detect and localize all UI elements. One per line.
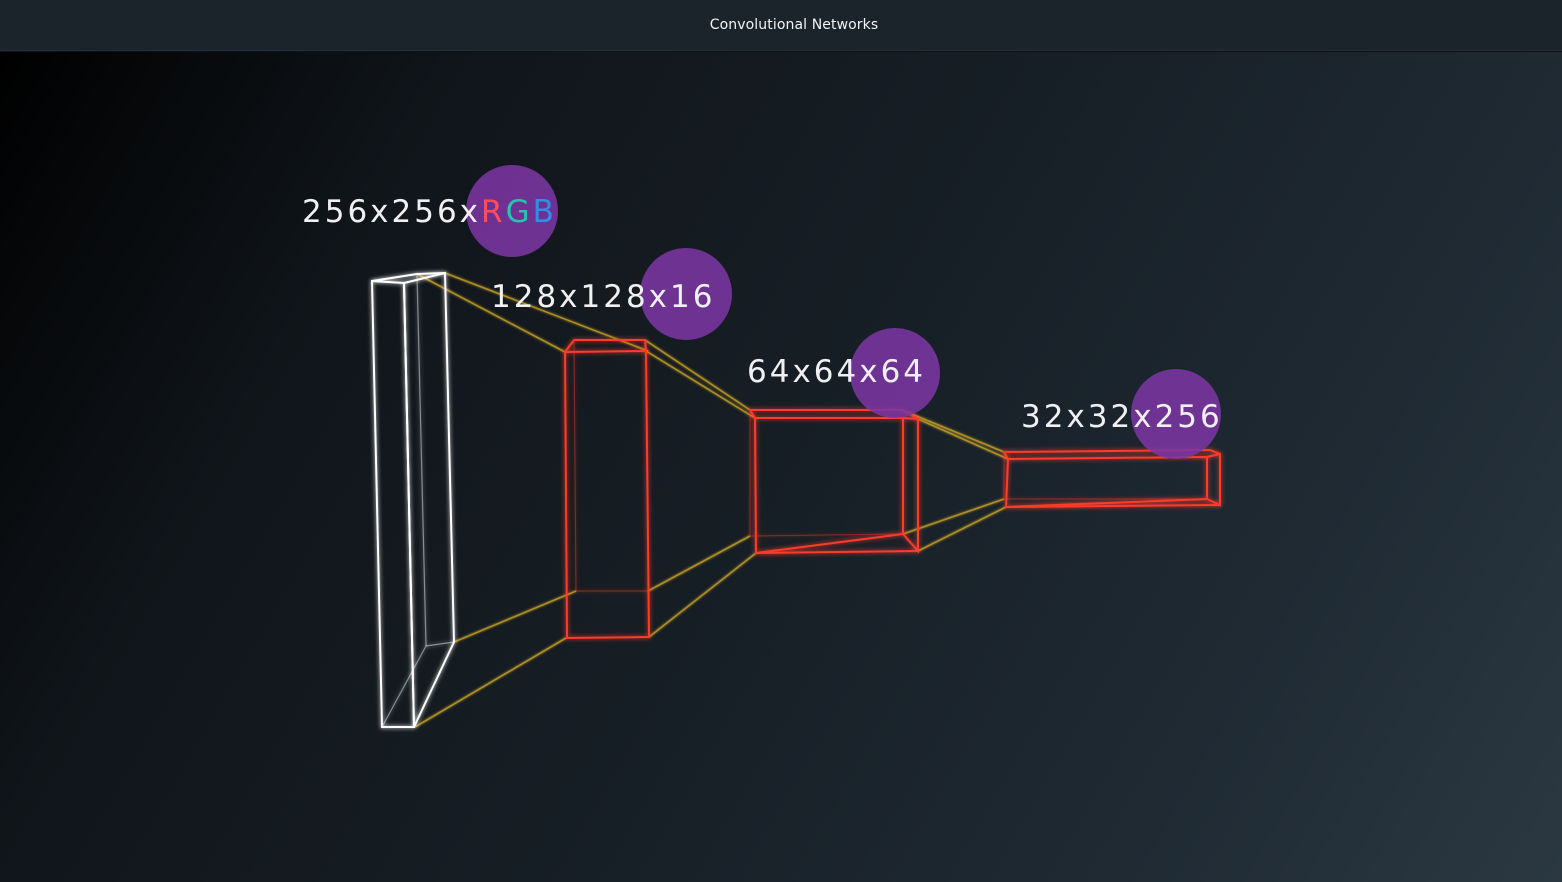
conv-layer-2-box bbox=[748, 409, 919, 555]
input-layer-box bbox=[370, 271, 456, 728]
layer-1-dims-prefix: 256x256x bbox=[302, 194, 481, 230]
cnn-diagram: 256x256xRGB 128x128x16 64x64x64 32x32x25… bbox=[302, 165, 1223, 728]
connector-line bbox=[647, 535, 751, 592]
channel-b-label: B bbox=[533, 194, 557, 230]
layer-3-dims-label: 64x64x64 bbox=[747, 354, 926, 390]
connector-line bbox=[453, 590, 577, 643]
channel-g-label: G bbox=[506, 194, 533, 230]
video-frame: 256x256xRGB 128x128x16 64x64x64 32x32x25… bbox=[0, 52, 1562, 882]
connector-line bbox=[648, 552, 757, 638]
connector-line bbox=[414, 637, 567, 728]
layer-1-dims-label: 256x256xRGB bbox=[302, 194, 557, 230]
connector-line bbox=[645, 350, 756, 419]
connector-line bbox=[917, 418, 1009, 460]
connector-line bbox=[644, 339, 751, 411]
conv-layer-3-box bbox=[1002, 448, 1221, 509]
window-titlebar: Convolutional Networks bbox=[0, 0, 1562, 51]
layer-2-dims-label: 128x128x16 bbox=[491, 279, 715, 315]
layer-4-dims-label: 32x32x256 bbox=[1021, 399, 1223, 435]
window-title: Convolutional Networks bbox=[709, 17, 879, 33]
conv-layer-1-box bbox=[563, 339, 651, 640]
channel-r-label: R bbox=[481, 194, 506, 230]
